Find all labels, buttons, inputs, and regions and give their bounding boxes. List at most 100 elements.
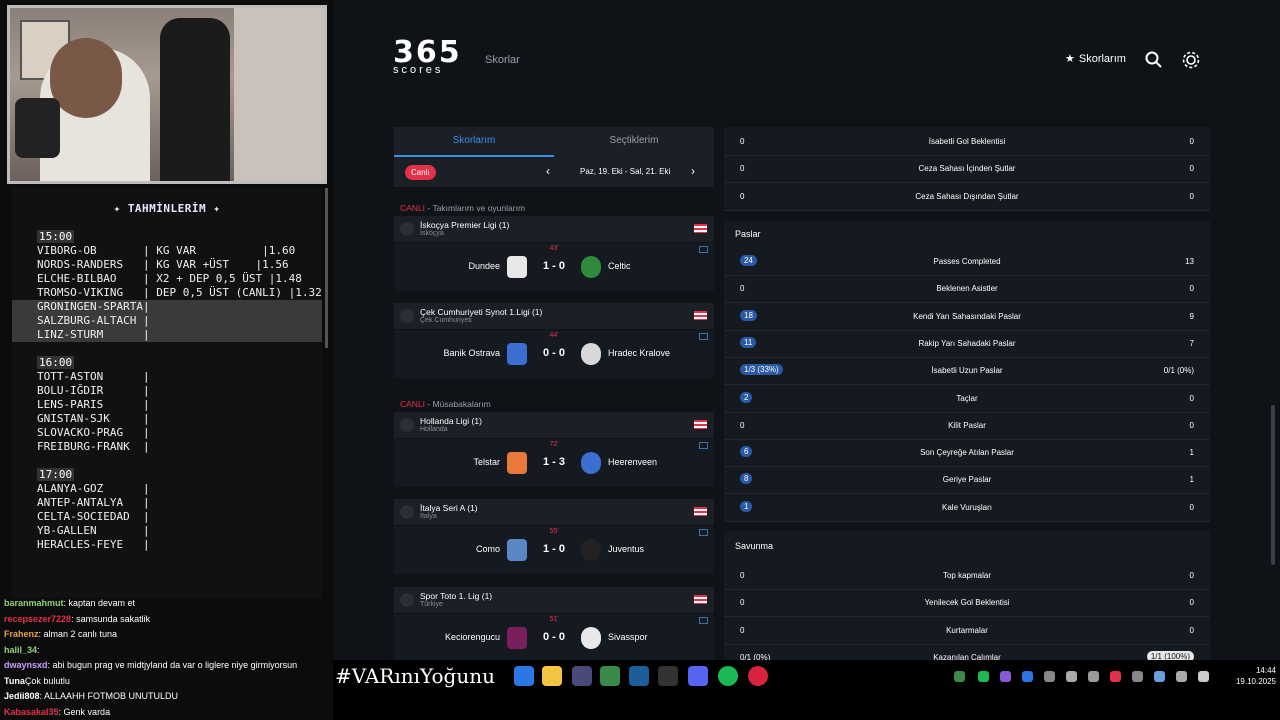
- chat-username[interactable]: baranmahmut: [4, 598, 64, 608]
- stat-away-value: 9: [1189, 311, 1194, 321]
- match-row[interactable]: 72' Telstar 1 - 3 Heerenveen: [394, 439, 714, 487]
- chat-username[interactable]: Frahenz: [4, 629, 39, 639]
- odds-icon[interactable]: [699, 617, 708, 624]
- chat-username[interactable]: dwaynsxd: [4, 660, 48, 670]
- stat-home-value: 0: [740, 284, 745, 294]
- stat-away-value: 0: [1189, 191, 1194, 201]
- tab-my-scores[interactable]: Skorlarım: [394, 127, 554, 157]
- search-icon[interactable]: [1144, 50, 1164, 70]
- taskbar: [512, 664, 772, 690]
- date-range[interactable]: Paz, 19. Eki - Sal, 21. Eki: [580, 167, 670, 176]
- league-name: İtalya Seri A (1): [420, 503, 478, 513]
- match-row[interactable]: 55' Como 1 - 0 Juventus: [394, 526, 714, 574]
- stat-row: 0 Beklenen Asistler 0: [724, 276, 1210, 304]
- stat-away-value: 1: [1189, 475, 1194, 485]
- notification-flag-icon[interactable]: [694, 507, 707, 516]
- stat-row: 0 İsabetli Gol Beklentisi 0: [724, 129, 1210, 156]
- passing-title: Paslar: [735, 229, 761, 239]
- stat-home-value: 0: [740, 571, 745, 580]
- my-scores-button[interactable]: ★ Skorlarım: [1065, 52, 1126, 66]
- tray-icon[interactable]: [1154, 671, 1165, 682]
- league-country: Türkiye: [420, 601, 443, 608]
- notification-flag-icon[interactable]: [694, 420, 707, 429]
- match-score: 0 - 0: [542, 347, 565, 359]
- tray-icon[interactable]: [1066, 671, 1077, 682]
- stat-away-value: 0: [1189, 393, 1194, 403]
- chevron-right-icon[interactable]: ›: [691, 164, 695, 178]
- chat-message: baranmahmut: kaptan devam et: [4, 597, 135, 609]
- gear-icon[interactable]: [1181, 50, 1201, 70]
- chat-username[interactable]: Kabasakal35: [4, 707, 59, 717]
- tray-icon[interactable]: [1110, 671, 1121, 682]
- live-filter-button[interactable]: Canlı: [405, 165, 436, 180]
- file-explorer-icon[interactable]: [542, 666, 562, 686]
- league-header[interactable]: Hollanda Ligi (1) Hollanda: [394, 412, 714, 438]
- defense-title: Savunma: [735, 541, 774, 551]
- stat-name: Ceza Sahası İçinden Şutlar: [918, 164, 1016, 174]
- stat-row: 0 Yenilecek Gol Beklentisi 0: [724, 590, 1210, 618]
- prediction-row: YB-GALLEN |: [37, 524, 150, 537]
- tray-icon[interactable]: [954, 671, 965, 682]
- stat-away-value: 0: [1189, 164, 1194, 174]
- stat-away-value: 1/1 (100%): [1146, 650, 1194, 660]
- tray-icon[interactable]: [1000, 671, 1011, 682]
- chat-text: : ALLAAHH FOTMOB UNUTULDU: [39, 691, 179, 701]
- notification-flag-icon[interactable]: [694, 595, 707, 604]
- tray-icon[interactable]: [1088, 671, 1099, 682]
- spotify-tray-icon[interactable]: [978, 671, 989, 682]
- match-row[interactable]: 43' Dundee 1 - 0 Celtic: [394, 243, 714, 291]
- bluetooth-icon[interactable]: [1022, 671, 1033, 682]
- league-header[interactable]: İtalya Seri A (1) İtalya: [394, 499, 714, 525]
- league-header[interactable]: İskoçya Premier Ligi (1) İskoçya: [394, 216, 714, 242]
- league-logo-icon: [400, 222, 414, 236]
- chat-username[interactable]: recepsezer7228: [4, 614, 71, 624]
- tab-selected[interactable]: Seçtiklerim: [554, 127, 714, 157]
- spotify-icon[interactable]: [718, 666, 738, 686]
- windows-start-icon[interactable]: [514, 666, 534, 686]
- odds-icon[interactable]: [699, 442, 708, 449]
- league-header[interactable]: Çek Cumhuriyeti Synot 1.Ligi (1) Çek Cumh…: [394, 303, 714, 329]
- odds-icon[interactable]: [699, 333, 708, 340]
- match-score: 1 - 0: [542, 543, 565, 555]
- predictions-scrollbar[interactable]: [325, 188, 328, 348]
- opera-icon[interactable]: [748, 666, 768, 686]
- tray-icon[interactable]: [1132, 671, 1143, 682]
- tray-icon[interactable]: [1044, 671, 1055, 682]
- stat-away-value: 0: [1189, 571, 1194, 580]
- steam-icon[interactable]: [629, 666, 649, 686]
- chat-username[interactable]: halil_34: [4, 645, 37, 655]
- stat-row: 2 Taçlar 0: [724, 386, 1210, 413]
- discord-icon[interactable]: [688, 666, 708, 686]
- league-logo-icon: [400, 309, 414, 323]
- home-team: Como: [475, 544, 500, 554]
- app-icon[interactable]: [572, 666, 592, 686]
- odds-icon[interactable]: [699, 529, 708, 536]
- page-scrollbar[interactable]: [1270, 30, 1276, 660]
- date-bar: Canlı ‹ Paz, 19. Eki - Sal, 21. Eki ›: [394, 157, 714, 187]
- prediction-row: NORDS-RANDERS | KG VAR +ÜST |1.56: [37, 258, 289, 271]
- notification-flag-icon[interactable]: [694, 311, 707, 320]
- chat-username[interactable]: Jedii808: [4, 691, 40, 701]
- scrollbar-thumb[interactable]: [1271, 405, 1275, 565]
- microphone-icon[interactable]: [1176, 671, 1187, 682]
- nav-scores-link[interactable]: Skorlar: [485, 54, 520, 66]
- match-row[interactable]: 44' Banik Ostrava 0 - 0 Hradec Kralove: [394, 330, 714, 378]
- chevron-left-icon[interactable]: ‹: [546, 164, 550, 178]
- chatgpt-icon[interactable]: [658, 666, 678, 686]
- site-logo[interactable]: 365 scores: [393, 38, 462, 77]
- match-row[interactable]: 51' Keciorengucu 0 - 0 Sivasspor: [394, 614, 714, 660]
- league-name: Spor Toto 1. Lig (1): [420, 591, 493, 601]
- odds-icon[interactable]: [699, 246, 708, 253]
- chat-username[interactable]: Tuna: [4, 676, 25, 686]
- league-header[interactable]: Spor Toto 1. Lig (1) Türkiye: [394, 587, 714, 613]
- league-logo-icon: [400, 505, 414, 519]
- notification-flag-icon[interactable]: [694, 224, 707, 233]
- volume-icon[interactable]: [1198, 671, 1209, 682]
- section-label-my-competitions: CANLI - Müsabakalarım: [400, 399, 491, 409]
- prediction-row: HERACLES-FEYE |: [37, 538, 150, 551]
- stat-name: İsabetli Uzun Paslar: [931, 366, 1003, 376]
- home-team-badge-icon: [507, 627, 527, 649]
- notepad-icon[interactable]: [600, 666, 620, 686]
- chat-text: Çok bulutlu: [24, 675, 70, 686]
- clock[interactable]: 14:44 19.10.2025: [1228, 665, 1276, 687]
